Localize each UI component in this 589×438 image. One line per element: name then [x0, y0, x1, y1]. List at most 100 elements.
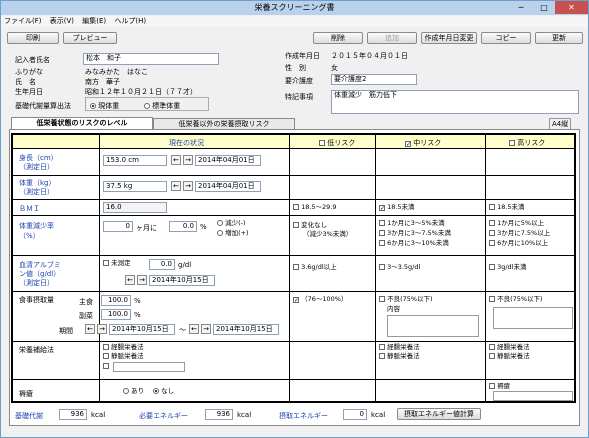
bmi-low[interactable]: 18.5～29.9 — [293, 203, 337, 212]
minimize-icon[interactable]: ─ — [509, 1, 533, 14]
supp-high-enteral[interactable]: 経腸栄養法 — [489, 343, 530, 352]
arrow-right-icon[interactable]: → — [183, 181, 193, 191]
bmr-opt-standard[interactable]: 標準体重 — [144, 101, 180, 111]
col-low[interactable]: 低リスク — [319, 138, 355, 148]
albumin-mid[interactable]: 3～3.5g/dl — [379, 263, 420, 272]
close-icon[interactable]: ✕ — [555, 1, 588, 14]
loss-decrease[interactable]: 減少(-) — [217, 219, 246, 228]
intake-high[interactable]: 不良(75%以下) — [489, 295, 543, 304]
weight-date-field[interactable]: 2014年04月01日 — [195, 181, 261, 192]
print-button[interactable]: 印刷 — [7, 32, 59, 44]
intake-side-label: 副菜 — [79, 312, 93, 320]
supp-high-parenteral[interactable]: 静脈栄養法 — [489, 352, 530, 361]
loss-unit-label: （%） — [19, 232, 40, 240]
menu-help[interactable]: ヘルプ(H) — [111, 16, 149, 27]
albumin-field[interactable]: 0.0 — [149, 259, 175, 270]
calc-energy-button[interactable]: 摂取エネルギー値計算 — [397, 408, 481, 420]
intake-from-field[interactable]: 2014年10月15日 — [109, 324, 175, 335]
intake-mid-content-field[interactable] — [387, 315, 479, 337]
arrow-right-icon[interactable]: → — [201, 324, 211, 334]
weight-field[interactable]: 37.5 kg — [103, 181, 167, 192]
arrow-right-icon[interactable]: → — [183, 155, 193, 165]
albumin-date-field[interactable]: 2014年10月15日 — [149, 275, 215, 286]
bmr-opt-current[interactable]: 現体重 — [90, 101, 119, 111]
loss-increase[interactable]: 増加(+) — [217, 229, 249, 238]
intake-low[interactable]: ✓ （76～100%） — [293, 295, 347, 304]
arrow-right-icon[interactable]: → — [97, 324, 107, 334]
albumin-label-3: （測定日） — [19, 279, 54, 287]
checkbox-icon — [379, 220, 385, 226]
menu-edit[interactable]: 編集(E) — [79, 16, 109, 27]
height-field[interactable]: 153.0 cm — [103, 155, 167, 166]
intake-side-unit: % — [134, 311, 141, 319]
preview-button[interactable]: プレビュー — [63, 32, 117, 44]
arrow-left-icon[interactable]: ← — [189, 324, 199, 334]
intake-label: 食事摂取量 — [19, 296, 54, 304]
loss-mid-1[interactable]: 1か月に3～5%未満 — [379, 219, 445, 228]
intake-mid[interactable]: 不良(75%以下) — [379, 295, 433, 304]
supp-enteral[interactable]: 経腸栄養法 — [103, 343, 144, 352]
ulcer-high[interactable]: 褥瘡 — [489, 382, 510, 391]
writer-field[interactable]: 松本 和子 — [83, 53, 219, 65]
update-button[interactable]: 更新 — [535, 32, 583, 44]
copy-button[interactable]: コピー — [481, 32, 531, 44]
arrow-left-icon[interactable]: ← — [125, 275, 135, 285]
albumin-low[interactable]: 3.6g/dl以上 — [293, 263, 337, 272]
loss-mid-2[interactable]: 3か月に3～7.5%未満 — [379, 229, 451, 238]
checkbox-icon — [293, 222, 299, 228]
loss-low[interactable]: 変化なし — [293, 221, 327, 230]
add-button[interactable]: 追加 — [367, 32, 417, 44]
supp-parenteral[interactable]: 静脈栄養法 — [103, 352, 144, 361]
intake-high-content-field[interactable] — [493, 307, 573, 329]
need-label: 必要エネルギー — [139, 412, 188, 420]
arrow-left-icon[interactable]: ← — [171, 155, 181, 165]
notes-field[interactable]: 体重減少 筋力低下 — [331, 90, 579, 114]
arrow-right-icon[interactable]: → — [137, 275, 147, 285]
radio-icon — [217, 230, 223, 236]
bmi-high[interactable]: 18.5未満 — [489, 203, 525, 212]
bmi-mid[interactable]: ✓ 18.5未満 — [379, 203, 415, 212]
divider — [13, 291, 574, 292]
albumin-unmeasured[interactable]: 未測定 — [103, 259, 131, 268]
menu-view[interactable]: 表示(V) — [47, 16, 77, 27]
albumin-high[interactable]: 3g/dl未満 — [489, 263, 526, 272]
col-high[interactable]: 高リスク — [509, 138, 545, 148]
intake-to-field[interactable]: 2014年10月15日 — [213, 324, 279, 335]
sex-label: 性 別 — [285, 64, 306, 72]
checkbox-icon — [489, 353, 495, 359]
ulcer-high-field[interactable] — [493, 391, 573, 401]
dob-label: 生年月日 — [15, 88, 43, 96]
loss-months-field[interactable]: 0 — [103, 221, 133, 232]
maximize-icon[interactable]: □ — [533, 1, 555, 14]
supp-mid-parenteral[interactable]: 静脈栄養法 — [379, 352, 420, 361]
ulcer-yes[interactable]: あり — [123, 387, 144, 396]
create-date-change-button[interactable]: 作成年月日変更 — [421, 32, 477, 44]
intake-energy-unit: kcal — [371, 411, 386, 419]
loss-high-1[interactable]: 1か月に5%以上 — [489, 219, 544, 228]
care-field[interactable]: 要介護度2 — [331, 74, 417, 85]
col-mid[interactable]: ✓ 中リスク — [405, 138, 441, 148]
supp-other-field[interactable] — [113, 362, 185, 372]
arrow-left-icon[interactable]: ← — [85, 324, 95, 334]
loss-months-unit: ヶ月に — [136, 224, 157, 232]
albumin-unit: g/dl — [178, 261, 192, 269]
loss-high-2[interactable]: 3か月に7.5%以上 — [489, 229, 550, 238]
menu-file[interactable]: ファイル(F) — [1, 16, 45, 27]
intake-staple-field[interactable]: 100.0 — [101, 295, 131, 306]
loss-mid-3[interactable]: 6か月に3～10%未満 — [379, 239, 449, 248]
checkbox-checked-icon: ✓ — [405, 141, 412, 148]
loss-pct-field[interactable]: 0.0 — [169, 221, 197, 232]
arrow-left-icon[interactable]: ← — [171, 181, 181, 191]
supp-mid-enteral[interactable]: 経腸栄養法 — [379, 343, 420, 352]
delete-button[interactable]: 削除 — [313, 32, 363, 44]
intake-side-field[interactable]: 100.0 — [101, 309, 131, 320]
notes-label: 特記事項 — [285, 93, 313, 101]
supp-other[interactable] — [103, 362, 109, 371]
loss-high-3[interactable]: 6か月に10%以上 — [489, 239, 548, 248]
checkbox-icon — [379, 344, 385, 350]
height-date-field[interactable]: 2014年04月01日 — [195, 155, 261, 166]
checkbox-icon — [379, 296, 385, 302]
ulcer-no[interactable]: なし — [153, 387, 174, 396]
intake-energy-field: 0 — [343, 409, 367, 420]
created-label: 作成年月日 — [285, 52, 320, 60]
